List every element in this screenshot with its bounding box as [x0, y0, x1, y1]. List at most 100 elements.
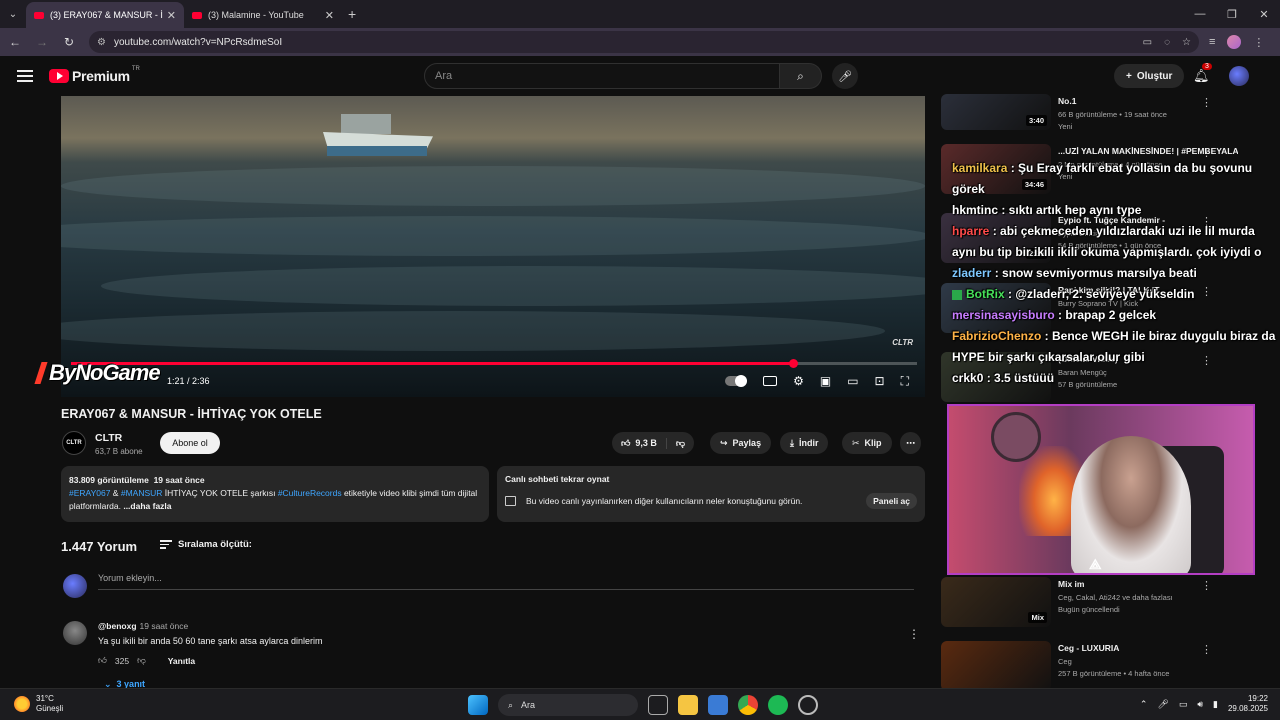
windows-start-icon[interactable] — [468, 695, 488, 715]
recommended-video[interactable]: 3:40 No.1 66 B görüntüleme • 19 saat önce Y… — [941, 94, 1261, 144]
theater-mode-icon[interactable]: ▭ — [847, 374, 858, 388]
tab-search-icon[interactable]: ⌄ — [0, 0, 26, 28]
browser-menu-icon[interactable]: ⋮ — [1253, 36, 1264, 49]
weather-widget[interactable]: 31°C Güneşli — [14, 694, 63, 714]
comment-username[interactable]: @benoxg — [98, 621, 137, 631]
hashtag-link[interactable]: #MANSUR — [121, 488, 163, 498]
comment-menu-icon[interactable]: ⋮ — [908, 627, 920, 641]
video-thumbnail[interactable]: 3:40 — [941, 94, 1051, 130]
miniplayer-icon[interactable]: ▣ — [820, 374, 831, 388]
chrome-icon[interactable] — [738, 695, 758, 715]
progress-bar[interactable] — [71, 359, 917, 368]
notifications-button[interactable]: 🔔︎ 3 — [1193, 63, 1212, 84]
taskbar-search[interactable]: ⌕ Ara — [498, 694, 638, 716]
chevron-up-icon[interactable]: ⌃ — [1140, 699, 1148, 710]
scissors-icon: ✂ — [852, 437, 860, 448]
reading-list-icon[interactable]: ≡ — [1209, 36, 1215, 48]
youtube-play-icon — [49, 69, 69, 83]
search-input[interactable]: Ara — [424, 63, 780, 89]
autoplay-toggle[interactable] — [725, 375, 748, 387]
subscribe-button[interactable]: Abone ol — [160, 432, 220, 454]
settings-app-icon[interactable] — [798, 695, 818, 715]
url-bar[interactable]: ⚙ youtube.com/watch?v=NPcRsdmeSoI ▭ ◌ ☆ — [89, 31, 1199, 53]
video-player[interactable]: CLTR 1:21 / 2:36 ⚙ ▣ ▭ ⊡ ⛶ — [61, 96, 925, 397]
account-avatar[interactable] — [1229, 66, 1249, 86]
hashtag-link[interactable]: #ERAY067 — [69, 488, 110, 498]
fullscreen-icon[interactable]: ⛶ — [901, 374, 909, 389]
forward-icon[interactable]: → — [30, 30, 54, 54]
more-actions-button[interactable]: ⋯ — [900, 432, 921, 454]
like-count: 9,3 B — [635, 437, 657, 448]
create-label: Oluştur — [1136, 70, 1173, 82]
share-icon: ↪ — [720, 437, 728, 448]
comment-dislike-icon[interactable]: 👎︎ — [137, 655, 146, 666]
commenter-avatar[interactable] — [63, 621, 87, 645]
video-thumbnail[interactable] — [941, 641, 1051, 691]
captions-icon[interactable] — [763, 376, 778, 386]
webcam-overlay: ⟁ — [947, 404, 1255, 575]
new-tab-icon[interactable]: + — [348, 6, 356, 22]
menu-icon[interactable] — [17, 67, 33, 85]
recommended-meta: 257 B görüntüleme • 4 hafta önce — [1058, 669, 1170, 678]
comment-time: 19 saat önce — [139, 621, 189, 631]
battery-icon[interactable]: ▮ — [1213, 699, 1218, 710]
video-menu-icon[interactable]: ⋮ — [1201, 96, 1212, 109]
eye-off-icon[interactable]: ◌ — [1164, 37, 1170, 48]
download-button[interactable]: ⤓ İndir — [780, 432, 829, 454]
add-comment-input[interactable]: Yorum ekleyin... — [98, 573, 914, 590]
recommended-video[interactable]: Mix Mix im Ceg, Cakal, Ati242 ve daha fazl… — [941, 577, 1261, 627]
close-window-icon[interactable]: ✕ — [1248, 0, 1280, 28]
task-view-icon[interactable] — [648, 695, 668, 715]
hashtag-link[interactable]: #CultureRecords — [278, 488, 342, 498]
network-icon[interactable]: ▭ — [1179, 699, 1188, 710]
recommended-channel: Ceg — [1058, 657, 1072, 666]
comment-author[interactable]: @benoxg 19 saat önce — [98, 621, 188, 631]
site-info-icon[interactable]: ⚙ — [97, 37, 106, 48]
search-button[interactable]: ⌕ — [780, 63, 822, 89]
video-menu-icon[interactable]: ⋮ — [1201, 579, 1212, 592]
youtube-logo[interactable]: Premium TR — [49, 66, 140, 84]
sort-button[interactable]: Sıralama ölçütü: — [160, 538, 252, 551]
settings-gear-icon[interactable]: ⚙ — [793, 374, 804, 388]
video-thumbnail[interactable]: Mix — [941, 577, 1051, 627]
more-horizontal-icon: ⋯ — [906, 437, 915, 448]
comment-like-icon[interactable]: 👍︎ — [98, 655, 107, 666]
store-icon[interactable] — [708, 695, 728, 715]
dislike-button[interactable]: 👎︎ — [667, 438, 694, 449]
minimize-icon[interactable]: — — [1184, 0, 1216, 28]
mic-tray-icon[interactable]: 🎤︎ — [1157, 699, 1168, 710]
clip-button[interactable]: ✂ Klip — [842, 432, 892, 454]
cast-icon[interactable]: ▭ — [1143, 37, 1152, 48]
cast-icon[interactable]: ⊡ — [875, 374, 885, 388]
bookmark-star-icon[interactable]: ☆ — [1182, 37, 1191, 48]
volume-icon[interactable]: 🔊︎ — [1197, 699, 1203, 710]
channel-avatar[interactable]: CLTR — [62, 431, 86, 455]
file-explorer-icon[interactable] — [678, 695, 698, 715]
video-frame — [61, 96, 925, 397]
tab-active[interactable]: (3) ERAY067 & MANSUR - İHTİYAÇ ✕ — [26, 2, 184, 28]
spotify-icon[interactable] — [768, 695, 788, 715]
channel-name[interactable]: CLTR — [95, 432, 122, 444]
video-menu-icon[interactable]: ⋮ — [1201, 643, 1212, 656]
voice-search-button[interactable]: 🎤︎ — [832, 63, 858, 89]
open-panel-button[interactable]: Paneli aç — [866, 493, 917, 509]
recommended-channel: 66 B görüntüleme • 19 saat önce — [1058, 110, 1167, 119]
close-tab-icon[interactable]: ✕ — [167, 9, 176, 22]
share-label: Paylaş — [732, 438, 762, 448]
restore-icon[interactable]: ❐ — [1216, 0, 1248, 28]
reload-icon[interactable]: ↻ — [57, 30, 81, 54]
close-tab-icon[interactable]: ✕ — [325, 9, 334, 22]
show-more-link[interactable]: ...daha fazla — [121, 501, 171, 511]
description-box[interactable]: 83.809 görüntüleme 19 saat önce #ERAY067… — [61, 466, 489, 522]
create-button[interactable]: + Oluştur — [1114, 64, 1185, 88]
share-button[interactable]: ↪ Paylaş — [710, 432, 772, 454]
recommended-video[interactable]: Ceg - LUXURIA Ceg 257 B görüntüleme • 4 ha… — [941, 641, 1261, 691]
tab-inactive[interactable]: (3) Malamine - YouTube ✕ — [184, 2, 342, 28]
like-button[interactable]: 👍︎ 9,3 B — [612, 437, 667, 449]
profile-avatar[interactable] — [1227, 35, 1242, 49]
back-icon[interactable]: ← — [3, 30, 27, 54]
recommended-meta: Bugün güncellendi — [1058, 605, 1120, 614]
stream-logo-text: ByNoGame — [49, 360, 161, 385]
taskbar-clock[interactable]: 19:22 29.08.2025 — [1228, 694, 1268, 714]
reply-button[interactable]: Yanıtla — [168, 656, 195, 666]
